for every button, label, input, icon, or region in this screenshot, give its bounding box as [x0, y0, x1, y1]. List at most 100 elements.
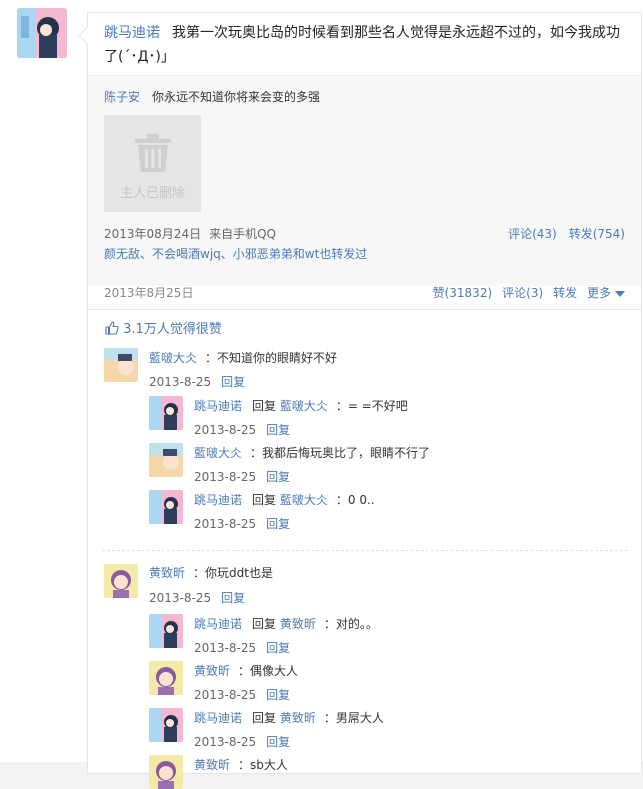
reply-author-link[interactable]: 跳马迪诺 — [194, 711, 242, 725]
reply-author-link[interactable]: 藍啵大仌 — [194, 446, 242, 460]
comment-meta: 2013-8-25 回复 — [149, 373, 245, 390]
reply-word: 回复 — [252, 493, 277, 507]
reply-to-link[interactable]: 黄致昕 — [280, 711, 316, 725]
reply-date: 2013-8-25 — [194, 423, 257, 437]
comment-meta: 2013-8-25 回复 — [149, 589, 245, 606]
reply-avatar[interactable] — [149, 708, 183, 742]
forward-button[interactable]: 转发 — [553, 286, 577, 300]
repost-source: 来自手机QQ — [209, 227, 276, 241]
reply-text: ：男屌大人 — [323, 711, 384, 725]
comment-text: ：你玩ddt也是 — [193, 566, 273, 580]
reply-button[interactable]: 回复 — [221, 591, 245, 605]
reply-meta: 2013-8-25 回复 — [194, 515, 290, 532]
comment-avatar[interactable] — [104, 348, 138, 382]
reply-meta: 2013-8-25 回复 — [194, 639, 290, 656]
reply-author-link[interactable]: 跳马迪诺 — [194, 493, 242, 507]
comment-date: 2013-8-25 — [149, 375, 212, 389]
reply-body: 黄致昕 ：sb大人 — [194, 756, 288, 773]
reply-author-link[interactable]: 黄致昕 — [194, 664, 230, 678]
comment-body: 藍啵大仌 ：不知道你的眼睛好不好 — [149, 349, 337, 366]
reply-button[interactable]: 回复 — [266, 423, 290, 437]
reply-body: 跳马迪诺 回复 藍啵大仌 ：= =不好吧 — [194, 397, 408, 414]
reply-avatar[interactable] — [149, 661, 183, 695]
reply-date: 2013-8-25 — [194, 735, 257, 749]
reply-avatar[interactable] — [149, 614, 183, 648]
comment-date: 2013-8-25 — [149, 591, 212, 605]
reply-button[interactable]: 回复 — [266, 641, 290, 655]
reply-body: 跳马迪诺 回复 黄致昕 ：对的。。 — [194, 615, 378, 632]
reply-body: 黄致昕 ：偶像大人 — [194, 662, 298, 679]
repost-meta: 2013年08月24日 来自手机QQ — [104, 225, 276, 242]
comment-text: ：不知道你的眼睛好不好 — [205, 351, 338, 365]
reply-text: ：sb大人 — [238, 758, 288, 772]
reply-meta: 2013-8-25 回复 — [194, 733, 290, 750]
comment-button[interactable]: 评论(3) — [502, 286, 543, 300]
reply-word: 回复 — [252, 617, 277, 631]
post-content: 跳马迪诺 我第一次玩奥比岛的时候看到那些名人觉得是永远超不过的，如今我成功了(´･… — [104, 21, 624, 69]
reply-avatar[interactable] — [149, 396, 183, 430]
reply-meta: 2013-8-25 回复 — [194, 421, 290, 438]
comment-divider — [102, 550, 628, 551]
repost-box: 陈子安 你永远不知道你将来会变的多强 主人已删除 2013年08月24日 来自手机Q… — [88, 75, 641, 286]
deleted-image-placeholder: 主人已删除 — [104, 115, 201, 212]
reply-text: ：偶像大人 — [238, 664, 299, 678]
reply-date: 2013-8-25 — [194, 641, 257, 655]
comment-author-link[interactable]: 黄致昕 — [149, 566, 185, 580]
likes-summary: 3.1万人觉得很赞 — [105, 318, 222, 337]
deleted-label: 主人已删除 — [119, 186, 185, 201]
reply-button[interactable]: 回复 — [266, 688, 290, 702]
caret-down-icon — [615, 290, 625, 297]
comment-body: 黄致昕 ：你玩ddt也是 — [149, 564, 273, 581]
reply-to-link[interactable]: 黄致昕 — [280, 617, 316, 631]
repost-comment-link[interactable]: 评论(43) — [508, 227, 557, 241]
reply-body: 跳马迪诺 回复 藍啵大仌 ：0 0.. — [194, 491, 375, 508]
more-button[interactable]: 更多 — [587, 286, 625, 300]
like-button[interactable]: 赞(31832) — [433, 286, 493, 300]
post-footer: 2013年8月25日 赞(31832) 评论(3) 转发 更多 — [88, 279, 641, 310]
reply-text: ：= =不好吧 — [335, 399, 408, 413]
reply-avatar[interactable] — [149, 490, 183, 524]
weibo-post-page: 跳马迪诺 我第一次玩奥比岛的时候看到那些名人觉得是永远超不过的，如今我成功了(´･… — [0, 0, 643, 789]
reply-text: ：0 0.. — [335, 493, 375, 507]
forwarders-list[interactable]: 颜无敌、不会喝酒wjq、小邪恶弟弟和wt也转发过 — [104, 247, 367, 261]
reply-button[interactable]: 回复 — [266, 517, 290, 531]
reply-author-link[interactable]: 跳马迪诺 — [194, 617, 242, 631]
comment-author-link[interactable]: 藍啵大仌 — [149, 351, 197, 365]
post-card: 跳马迪诺 我第一次玩奥比岛的时候看到那些名人觉得是永远超不过的，如今我成功了(´･… — [87, 12, 642, 789]
reply-avatar[interactable] — [149, 443, 183, 477]
post-date[interactable]: 2013年8月25日 — [104, 284, 193, 301]
more-label: 更多 — [587, 286, 612, 300]
reply-meta: 2013-8-25 回复 — [194, 468, 290, 485]
reply-avatar[interactable] — [149, 755, 183, 789]
reply-date: 2013-8-25 — [194, 517, 257, 531]
repost-date[interactable]: 2013年08月24日 — [104, 227, 201, 241]
reply-author-link[interactable]: 黄致昕 — [194, 758, 230, 772]
reply-date: 2013-8-25 — [194, 470, 257, 484]
reply-to-link[interactable]: 藍啵大仌 — [280, 399, 328, 413]
repost-author-link[interactable]: 陈子安 — [104, 90, 140, 104]
reply-text: ：我都后悔玩奥比了，眼睛不行了 — [250, 446, 431, 460]
reply-body: 藍啵大仌 ：我都后悔玩奥比了，眼睛不行了 — [194, 444, 430, 461]
author-avatar[interactable] — [17, 8, 67, 58]
repost-text: 你永远不知道你将来会变的多强 — [152, 90, 321, 104]
reply-button[interactable]: 回复 — [221, 375, 245, 389]
post-actions: 赞(31832) 评论(3) 转发 更多 — [433, 284, 625, 301]
reply-word: 回复 — [252, 399, 277, 413]
post-author-link[interactable]: 跳马迪诺 — [104, 25, 160, 41]
likes-count-link[interactable]: 3.1万人觉得很赞 — [123, 322, 222, 337]
reply-body: 跳马迪诺 回复 黄致昕 ：男屌大人 — [194, 709, 384, 726]
reply-to-link[interactable]: 藍啵大仌 — [280, 493, 328, 507]
repost-forward-link[interactable]: 转发(754) — [569, 227, 625, 241]
reply-author-link[interactable]: 跳马迪诺 — [194, 399, 242, 413]
repost-actions: 评论(43) 转发(754) — [508, 225, 625, 242]
reply-word: 回复 — [252, 711, 277, 725]
comment-avatar[interactable] — [104, 564, 138, 598]
reply-meta: 2013-8-25 回复 — [194, 686, 290, 703]
reply-text: ：对的。。 — [323, 617, 378, 631]
thumbs-up-icon — [105, 321, 119, 335]
reply-button[interactable]: 回复 — [266, 470, 290, 484]
reply-date: 2013-8-25 — [194, 688, 257, 702]
trash-icon — [135, 134, 171, 172]
reply-button[interactable]: 回复 — [266, 735, 290, 749]
repost-forwarders: 颜无敌、不会喝酒wjq、小邪恶弟弟和wt也转发过 — [104, 245, 367, 262]
